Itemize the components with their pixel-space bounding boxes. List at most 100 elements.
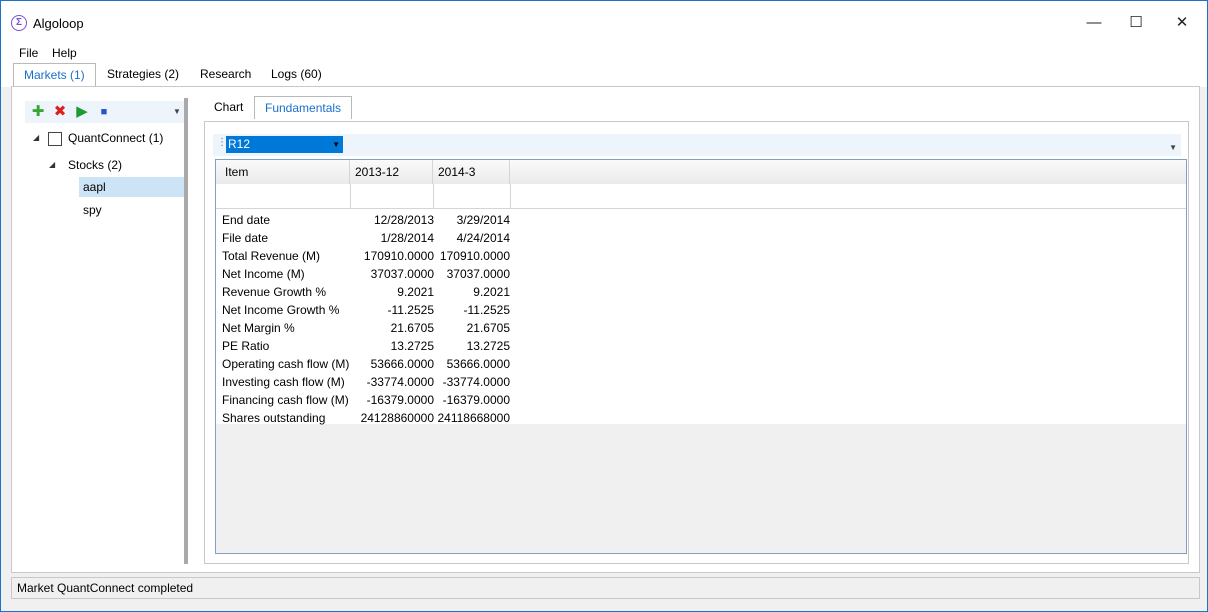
- table-row[interactable]: PE Ratio 13.2725 13.2725: [216, 337, 1186, 355]
- table-row[interactable]: Operating cash flow (M) 53666.0000 53666.0…: [216, 355, 1186, 373]
- expand-arrow-icon[interactable]: ◢: [33, 128, 39, 148]
- row-value: 24118668000: [437, 411, 510, 425]
- minimize-icon[interactable]: —: [1079, 11, 1109, 35]
- tab-logs[interactable]: Logs (60): [261, 63, 332, 85]
- row-value: 170910.0000: [439, 249, 510, 263]
- column-header-item[interactable]: Item: [216, 160, 350, 184]
- row-value: 4/24/2014: [456, 231, 510, 245]
- tree-node-quantconnect[interactable]: ◢ QuantConnect (1): [25, 128, 185, 148]
- run-icon[interactable]: ▶: [73, 103, 91, 121]
- grid-body: End date 12/28/2013 3/29/2014 File date 1/28…: [216, 209, 1186, 427]
- row-value: 53666.0000: [446, 357, 510, 371]
- app-window: Σ Algoloop — ☐ ✕ File Help Markets (1) S…: [0, 0, 1208, 612]
- period-select[interactable]: R12 ▼: [226, 136, 343, 153]
- row-value: 21.6705: [466, 321, 510, 335]
- column-header-2014-3[interactable]: 2014-3: [433, 160, 510, 184]
- table-row[interactable]: Shares outstanding 24128860000 24118668000: [216, 409, 1186, 427]
- table-row[interactable]: Total Revenue (M) 170910.0000 170910.0000: [216, 247, 1186, 265]
- row-value: -16379.0000: [442, 393, 510, 407]
- row-value: -16379.0000: [366, 393, 434, 407]
- expand-arrow-icon[interactable]: ◢: [49, 155, 55, 175]
- column-header-2013-12[interactable]: 2013-12: [350, 160, 433, 184]
- tree-node-label: Stocks (2): [68, 158, 123, 172]
- row-value: 9.2021: [473, 285, 510, 299]
- row-label: Revenue Growth %: [222, 285, 327, 299]
- row-label: File date: [222, 231, 269, 245]
- sigma-icon: Σ: [11, 15, 27, 31]
- table-row[interactable]: Net Income Growth % -11.2525 -11.2525: [216, 301, 1186, 319]
- row-label: Operating cash flow (M): [222, 357, 350, 371]
- markets-content: ✚ ✖ ▶ ■ ▼ ◢ QuantConnect (1) ◢ Stocks (2…: [11, 86, 1200, 573]
- row-value: 21.6705: [390, 321, 434, 335]
- period-select-value: R12: [228, 137, 251, 151]
- main-tabs: Markets (1) Strategies (2) Research Logs…: [1, 63, 1207, 87]
- overflow-icon[interactable]: ▼: [171, 103, 183, 121]
- maximize-icon[interactable]: ☐: [1121, 11, 1151, 35]
- tree-item-label: aapl: [83, 180, 106, 194]
- table-row[interactable]: File date 1/28/2014 4/24/2014: [216, 229, 1186, 247]
- row-label: End date: [222, 213, 271, 227]
- row-value: 1/28/2014: [380, 231, 434, 245]
- filter-cell[interactable]: [350, 184, 434, 208]
- market-tree-panel: ✚ ✖ ▶ ■ ▼ ◢ QuantConnect (1) ◢ Stocks (2…: [25, 96, 185, 564]
- row-value: 12/28/2013: [373, 213, 434, 227]
- tab-markets[interactable]: Markets (1): [13, 63, 96, 86]
- filter-cell[interactable]: [216, 184, 351, 208]
- checkbox[interactable]: [48, 132, 62, 146]
- table-row[interactable]: Revenue Growth % 9.2021 9.2021: [216, 283, 1186, 301]
- menu-file[interactable]: File: [19, 45, 38, 61]
- table-row[interactable]: Net Income (M) 37037.0000 37037.0000: [216, 265, 1186, 283]
- status-bar: Market QuantConnect completed: [11, 577, 1200, 599]
- row-value: 37037.0000: [370, 267, 434, 281]
- tab-strategies[interactable]: Strategies (2): [97, 63, 189, 85]
- menu-help[interactable]: Help: [52, 45, 77, 61]
- chevron-down-icon[interactable]: ▼: [332, 136, 340, 153]
- row-label: Shares outstanding: [222, 411, 326, 425]
- window-title: Algoloop: [33, 16, 84, 31]
- grid-filter-row: [216, 184, 1186, 209]
- row-value: 170910.0000: [363, 249, 434, 263]
- row-value: 24128860000: [360, 411, 434, 425]
- row-value: 13.2725: [390, 339, 434, 353]
- row-value: -33774.0000: [366, 375, 434, 389]
- table-row[interactable]: Net Margin % 21.6705 21.6705: [216, 319, 1186, 337]
- title-bar: Σ Algoloop — ☐ ✕: [1, 1, 1207, 45]
- tree-node-label: QuantConnect (1): [68, 131, 164, 145]
- close-icon[interactable]: ✕: [1167, 11, 1197, 35]
- fundamentals-grid: Item 2013-12 2014-3 End date 12/28/2013 3/…: [215, 159, 1187, 554]
- filter-cell[interactable]: [433, 184, 511, 208]
- fundamentals-frame: ⋮ R12 ▼ ▼ Item 2013-12 2014-3 End date 1…: [204, 121, 1189, 564]
- overflow-icon[interactable]: ▼: [1169, 143, 1177, 152]
- row-value: -33774.0000: [442, 375, 510, 389]
- table-row[interactable]: Investing cash flow (M) -33774.0000 -33774…: [216, 373, 1186, 391]
- tree-node-stocks[interactable]: ◢ Stocks (2): [25, 155, 185, 175]
- add-icon[interactable]: ✚: [29, 103, 47, 121]
- tab-chart[interactable]: Chart: [204, 96, 253, 118]
- panel-splitter[interactable]: [184, 98, 188, 564]
- row-value: -11.2525: [463, 303, 510, 317]
- fundamentals-toolbar: ⋮ R12 ▼ ▼: [213, 134, 1181, 156]
- row-value: 3/29/2014: [456, 213, 510, 227]
- row-label: Net Income Growth %: [222, 303, 340, 317]
- stop-icon[interactable]: ■: [95, 103, 113, 121]
- row-label: Net Margin %: [222, 321, 295, 335]
- row-value: 37037.0000: [446, 267, 510, 281]
- market-toolbar: ✚ ✖ ▶ ■ ▼: [25, 101, 185, 123]
- tree-item-spy[interactable]: spy: [79, 200, 185, 220]
- tree-item-aapl[interactable]: aapl: [79, 177, 185, 197]
- row-value: 9.2021: [397, 285, 434, 299]
- grid-header: Item 2013-12 2014-3: [216, 160, 1186, 185]
- tree-item-label: spy: [83, 203, 102, 217]
- table-row[interactable]: End date 12/28/2013 3/29/2014: [216, 211, 1186, 229]
- row-label: Investing cash flow (M): [222, 375, 345, 389]
- tab-research[interactable]: Research: [190, 63, 261, 85]
- row-value: -11.2525: [387, 303, 434, 317]
- row-label: Net Income (M): [222, 267, 305, 281]
- row-label: Total Revenue (M): [222, 249, 321, 263]
- detail-panel: Chart Fundamentals ⋮ R12 ▼ ▼ Item 2013-1…: [202, 96, 1196, 564]
- row-label: Financing cash flow (M): [222, 393, 349, 407]
- row-value: 13.2725: [466, 339, 510, 353]
- tab-fundamentals[interactable]: Fundamentals: [254, 96, 353, 119]
- delete-icon[interactable]: ✖: [51, 103, 69, 121]
- table-row[interactable]: Financing cash flow (M) -16379.0000 -16379…: [216, 391, 1186, 409]
